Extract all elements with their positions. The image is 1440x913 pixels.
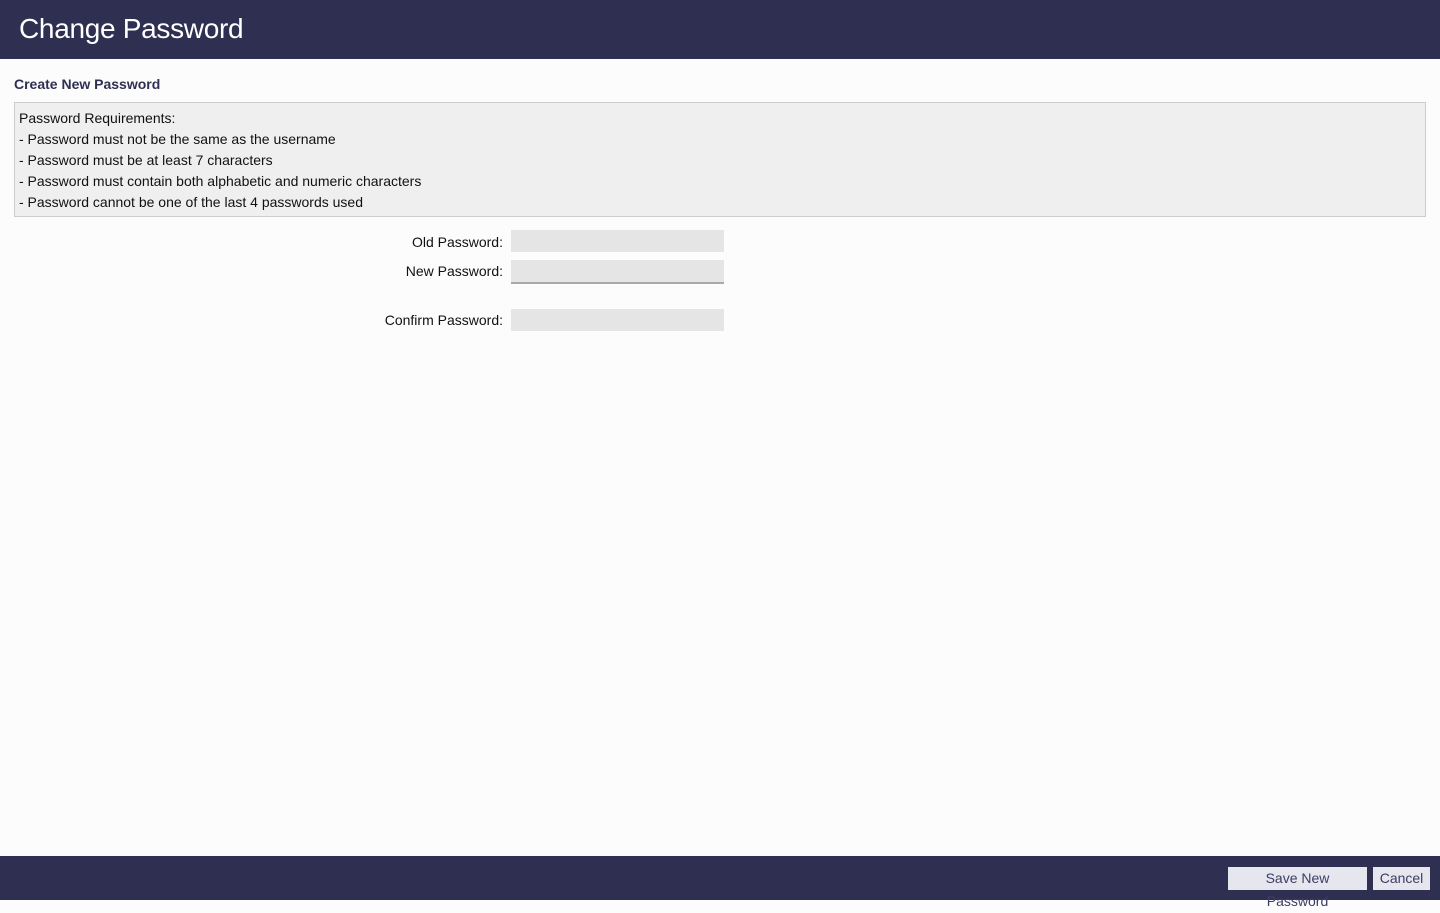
confirm-password-field[interactable] bbox=[511, 309, 724, 331]
header-bar: Change Password bbox=[0, 0, 1440, 59]
requirement-item: - Password must not be the same as the u… bbox=[19, 131, 336, 147]
save-new-password-button[interactable]: Save New Password bbox=[1228, 867, 1367, 909]
section-title: Create New Password bbox=[14, 76, 161, 92]
requirement-item: - Password must contain both alphabetic … bbox=[19, 173, 422, 189]
requirements-heading: Password Requirements: bbox=[19, 110, 176, 126]
old-password-label: Old Password: bbox=[411, 234, 503, 250]
old-password-field[interactable] bbox=[511, 230, 724, 252]
footer-bar: Save New Password Cancel bbox=[0, 856, 1440, 909]
cancel-button[interactable]: Cancel bbox=[1373, 867, 1430, 890]
new-password-label: New Password: bbox=[405, 263, 503, 279]
page-title: Change Password bbox=[19, 13, 244, 44]
new-password-field[interactable] bbox=[511, 260, 724, 284]
requirement-item: - Password must be at least 7 characters bbox=[19, 152, 273, 168]
requirement-item: - Password cannot be one of the last 4 p… bbox=[19, 194, 363, 210]
confirm-password-label: Confirm Password: bbox=[384, 312, 503, 328]
password-requirements-panel: Password Requirements: - Password must n… bbox=[14, 102, 1426, 217]
